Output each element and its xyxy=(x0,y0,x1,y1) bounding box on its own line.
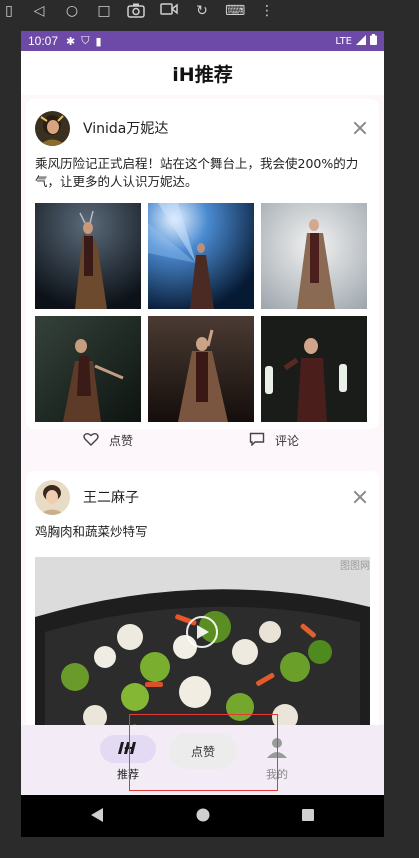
post-card[interactable]: 王二麻子 鸡胸肉和蔬菜炒特写 图图网 xyxy=(26,471,379,725)
like-toast: 点赞 xyxy=(169,733,237,769)
system-navigation-bar xyxy=(21,795,384,837)
status-bar: 10:07 ✱ ⛉ ▮ LTE xyxy=(21,31,384,51)
shield-icon: ⛉ xyxy=(81,34,90,47)
feed-list[interactable]: Vinida万妮达 乘风历险记正式启程！站在这个舞台上，我会使200%的力气，让… xyxy=(21,95,384,725)
more-vertical-icon[interactable]: ⋮ xyxy=(258,2,276,20)
avatar[interactable] xyxy=(35,479,70,515)
ih-logo-icon xyxy=(117,740,139,759)
nav-active-indicator xyxy=(100,735,156,763)
back-button[interactable] xyxy=(90,807,104,827)
post-header: Vinida万妮达 xyxy=(35,110,370,146)
signal-icon xyxy=(356,34,366,48)
rotate-icon[interactable]: ↻ xyxy=(193,2,211,20)
home-circle-icon[interactable]: ○ xyxy=(63,2,81,20)
photo-grid xyxy=(35,203,367,422)
post-username[interactable]: 王二麻子 xyxy=(83,487,139,507)
post-actions: 点赞 评论 xyxy=(26,427,379,453)
nav-label-mine: 我的 xyxy=(266,768,288,781)
window-icon[interactable]: ▯ xyxy=(0,2,18,20)
like-button[interactable]: 点赞 xyxy=(83,427,133,453)
image-watermark: 图图网 xyxy=(340,560,370,572)
close-icon[interactable] xyxy=(350,118,370,138)
back-triangle-icon[interactable]: ◁ xyxy=(30,2,48,20)
keyboard-icon[interactable]: ⌨ xyxy=(225,2,245,20)
like-label: 点赞 xyxy=(109,433,134,448)
avatar[interactable] xyxy=(35,110,70,146)
overview-square-icon[interactable]: □ xyxy=(95,2,113,20)
camera-icon[interactable] xyxy=(127,2,145,20)
nav-item-mine[interactable]: 我的 xyxy=(232,725,322,795)
post-text: 乘风历险记正式启程！站在这个舞台上，我会使200%的力气，让更多的人认识万妮达。 xyxy=(35,156,359,189)
post-username[interactable]: Vinida万妮达 xyxy=(83,118,168,138)
post-card[interactable]: Vinida万妮达 乘风历险记正式启程！站在这个舞台上，我会使200%的力气，让… xyxy=(26,99,379,448)
person-icon xyxy=(266,736,288,762)
post-photo[interactable] xyxy=(261,203,367,309)
home-button[interactable] xyxy=(196,807,210,827)
gear-icon: ✱ xyxy=(66,34,76,48)
bottom-navigation: 推荐 我的 点赞 xyxy=(21,725,384,795)
emulator-toolbar: ▯ ◁ ○ □ ↻ ⌨ ⋮ xyxy=(0,0,419,22)
nav-item-recommend[interactable]: 推荐 xyxy=(83,725,173,795)
video-icon[interactable] xyxy=(160,2,178,20)
nav-label-recommend: 推荐 xyxy=(117,768,139,781)
post-photo[interactable] xyxy=(35,203,141,309)
comment-icon xyxy=(249,432,265,449)
post-photo[interactable] xyxy=(35,316,141,422)
top-app-bar: iH推荐 xyxy=(21,51,384,95)
sd-card-icon: ▮ xyxy=(95,34,102,48)
battery-icon xyxy=(370,34,377,48)
status-time: 10:07 xyxy=(28,34,59,48)
post-text: 鸡胸肉和蔬菜炒特写 xyxy=(35,524,148,539)
recents-button[interactable] xyxy=(301,807,315,827)
comment-label: 评论 xyxy=(275,433,300,448)
comment-button[interactable]: 评论 xyxy=(249,427,299,453)
page-title: iH推荐 xyxy=(172,63,233,86)
post-photo[interactable]: 图图网 xyxy=(35,557,370,725)
close-icon[interactable] xyxy=(350,487,370,507)
post-photo[interactable] xyxy=(261,316,367,422)
post-header: 王二麻子 xyxy=(35,479,370,515)
post-photo[interactable] xyxy=(148,203,254,309)
heart-icon xyxy=(83,432,99,449)
network-type: LTE xyxy=(335,35,352,47)
post-photo[interactable] xyxy=(148,316,254,422)
phone-screen: 10:07 ✱ ⛉ ▮ LTE iH推荐 Vinida万妮达 乘风历险记正式启程… xyxy=(21,31,384,837)
